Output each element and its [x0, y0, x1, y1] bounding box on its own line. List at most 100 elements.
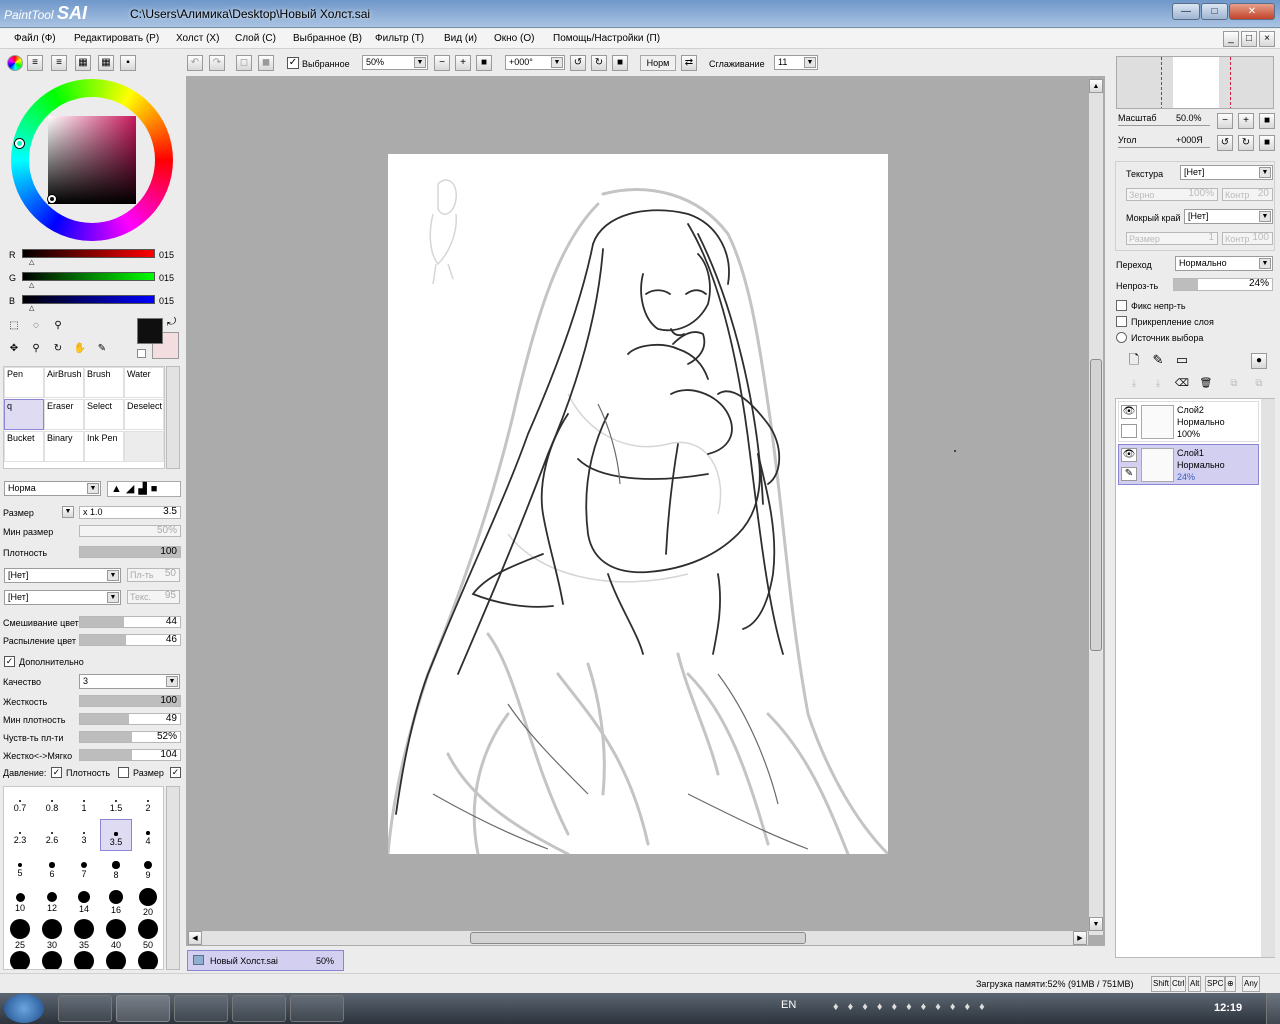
scroll-down-icon[interactable]: ▼ — [1089, 917, 1103, 931]
min-density-bar[interactable]: 49 — [79, 713, 181, 725]
wet-edge-select[interactable]: [Нет] ▼ — [1184, 209, 1273, 224]
menu-selection[interactable]: Выбранное (В) — [293, 33, 362, 44]
foreground-color-swatch[interactable] — [137, 318, 163, 344]
vertical-scroll-thumb[interactable] — [1090, 359, 1102, 651]
eye-icon[interactable]: 👁 — [1121, 448, 1137, 462]
brush-texture-select[interactable]: [Нет] ▼ — [4, 568, 121, 583]
blending-select[interactable]: Нормально ▼ — [1175, 256, 1273, 271]
r-slider[interactable] — [22, 249, 155, 258]
taskbar-app-media[interactable] — [232, 995, 286, 1022]
brush-size-preset[interactable]: 3 — [68, 819, 100, 851]
view-mode-button[interactable]: Норм — [640, 55, 676, 71]
brush-size-preset[interactable]: 0.7 — [4, 787, 36, 819]
brush-size-preset[interactable]: 40 — [100, 915, 132, 950]
nav-rotate-ccw-icon[interactable]: ↺ — [1217, 135, 1233, 151]
layer-texture-select[interactable]: [Нет] ▼ — [1180, 165, 1273, 180]
brush-size-preset[interactable]: 0.8 — [36, 787, 68, 819]
brush-texture-strength[interactable]: Пл-ть 50 — [127, 568, 180, 582]
min-size-bar[interactable]: 50% — [79, 525, 181, 537]
wet-size-bar[interactable]: Размер 1 — [1126, 232, 1218, 245]
vertical-scrollbar[interactable]: ▲ ▼ — [1089, 79, 1103, 935]
undo-icon[interactable]: ↶ — [187, 55, 203, 71]
rgb-slider-mode-icon[interactable]: ≡ — [27, 55, 43, 71]
size-field[interactable]: x 1.0 3.5 — [79, 506, 181, 519]
taskbar-app-skype[interactable] — [290, 995, 344, 1022]
color-wheel-mode-icon[interactable] — [7, 55, 23, 71]
tool-airbrush[interactable]: AirBrush — [44, 367, 84, 398]
new-layer-icon[interactable]: 🗋 — [1126, 353, 1142, 369]
preserve-opacity-checkbox[interactable] — [1116, 300, 1127, 311]
close-button[interactable]: ✕ — [1229, 3, 1275, 20]
brush-size-preset[interactable]: 16 — [100, 883, 132, 915]
brush-shape-selector[interactable]: ▲◢▟■ — [107, 481, 181, 497]
brush-size-preset[interactable]: 80 — [68, 947, 100, 969]
delete-layer-icon[interactable]: 🗑 — [1198, 377, 1214, 393]
layer-list-scrollbar[interactable] — [1261, 399, 1275, 957]
maximize-button[interactable]: □ — [1201, 3, 1228, 20]
brush-size-preset[interactable]: 2.3 — [4, 819, 36, 851]
brush-size-preset[interactable]: 6 — [36, 851, 68, 883]
nav-zoom-in-icon[interactable]: + — [1238, 113, 1254, 129]
nav-zoom-slider[interactable] — [1118, 125, 1210, 126]
rotate-cw-icon[interactable]: ↻ — [591, 55, 607, 71]
brush-size-preset[interactable]: 50 — [132, 915, 163, 950]
lasso-icon[interactable]: ◌ — [28, 319, 44, 335]
tool-eraser[interactable]: Eraser — [44, 399, 84, 430]
scroll-right-icon[interactable]: ▶ — [1073, 931, 1087, 945]
start-button[interactable] — [4, 994, 44, 1023]
navigator-preview[interactable] — [1116, 56, 1274, 109]
brush-size-preset[interactable]: 8 — [100, 851, 132, 883]
clock[interactable]: 12:19 — [1214, 1002, 1242, 1014]
mdi-close-button[interactable]: × — [1259, 31, 1275, 47]
advanced-checkbox[interactable]: ✓ — [4, 656, 15, 667]
brush-size-preset[interactable]: 120 — [132, 947, 163, 969]
eyedropper-icon[interactable]: ✎ — [94, 342, 110, 358]
saturation-value-square[interactable] — [48, 116, 136, 204]
menu-layer[interactable]: Слой (С) — [235, 33, 276, 44]
nav-zoom-reset-icon[interactable]: ■ — [1259, 113, 1275, 129]
flatten-icon[interactable]: ⧉ — [1251, 377, 1267, 393]
pressure-size-checkbox-unchecked[interactable] — [118, 767, 129, 778]
nav-zoom-out-icon[interactable]: − — [1217, 113, 1233, 129]
layer-item-2[interactable]: 👁 Слой2 Нормально 100% — [1118, 401, 1259, 442]
grain-bar[interactable]: Зерно 100% — [1126, 188, 1218, 201]
hardness-bar[interactable]: 100 — [79, 695, 181, 707]
selection-visible-checkbox[interactable]: ✓ — [287, 57, 299, 69]
mdi-minimize-button[interactable]: _ — [1223, 31, 1239, 47]
stabilizer-select[interactable]: 11 ▼ — [774, 55, 818, 70]
transfer-down-icon[interactable]: ⤓ — [1126, 377, 1142, 393]
menu-edit[interactable]: Редактировать (Р) — [74, 33, 159, 44]
tool-bucket[interactable]: Bucket — [4, 431, 44, 462]
brush-size-preset[interactable]: 2 — [132, 787, 163, 819]
rotate-reset-icon[interactable]: ■ — [612, 55, 628, 71]
invert-selection-icon[interactable]: ◼ — [258, 55, 274, 71]
tool-brush[interactable]: Brush — [84, 367, 124, 398]
paper-texture-select[interactable]: [Нет] ▼ — [4, 590, 121, 605]
hand-icon[interactable]: ✋ — [72, 342, 88, 358]
brush-size-preset[interactable]: 3.5 — [100, 819, 132, 851]
brush-size-preset[interactable]: 100 — [100, 947, 132, 969]
tool-binary[interactable]: Binary — [44, 431, 84, 462]
selection-source-radio[interactable] — [1116, 332, 1127, 343]
opacity-bar[interactable]: 24% — [1173, 278, 1273, 291]
taskbar-app-chrome[interactable] — [174, 995, 228, 1022]
zoom-reset-icon[interactable]: ■ — [476, 55, 492, 71]
tool-ink-pen[interactable]: Ink Pen — [84, 431, 124, 462]
zoom-in-icon[interactable]: + — [455, 55, 471, 71]
transparent-color-icon[interactable] — [137, 349, 146, 358]
menu-filter[interactable]: Фильтр (Т) — [375, 33, 424, 44]
brush-size-preset[interactable]: 35 — [68, 915, 100, 950]
brush-size-preset[interactable]: 5 — [4, 851, 36, 883]
brush-size-preset[interactable]: 7 — [68, 851, 100, 883]
scratchpad-mode-icon[interactable]: ▪ — [120, 55, 136, 71]
tool-pen[interactable]: Pen — [4, 367, 44, 398]
merge-visible-icon[interactable]: ⧉ — [1226, 377, 1242, 393]
menu-canvas[interactable]: Холст (Х) — [176, 33, 219, 44]
wet-contrast-bar[interactable]: Контр 100 — [1222, 232, 1273, 245]
brush-size-preset[interactable]: 4 — [132, 819, 163, 851]
new-folder-icon[interactable]: ▭ — [1174, 353, 1190, 369]
g-slider[interactable] — [22, 272, 155, 281]
drawing-canvas[interactable] — [388, 154, 888, 854]
scroll-left-icon[interactable]: ◀ — [188, 931, 202, 945]
deselect-icon[interactable]: ◻ — [236, 55, 252, 71]
